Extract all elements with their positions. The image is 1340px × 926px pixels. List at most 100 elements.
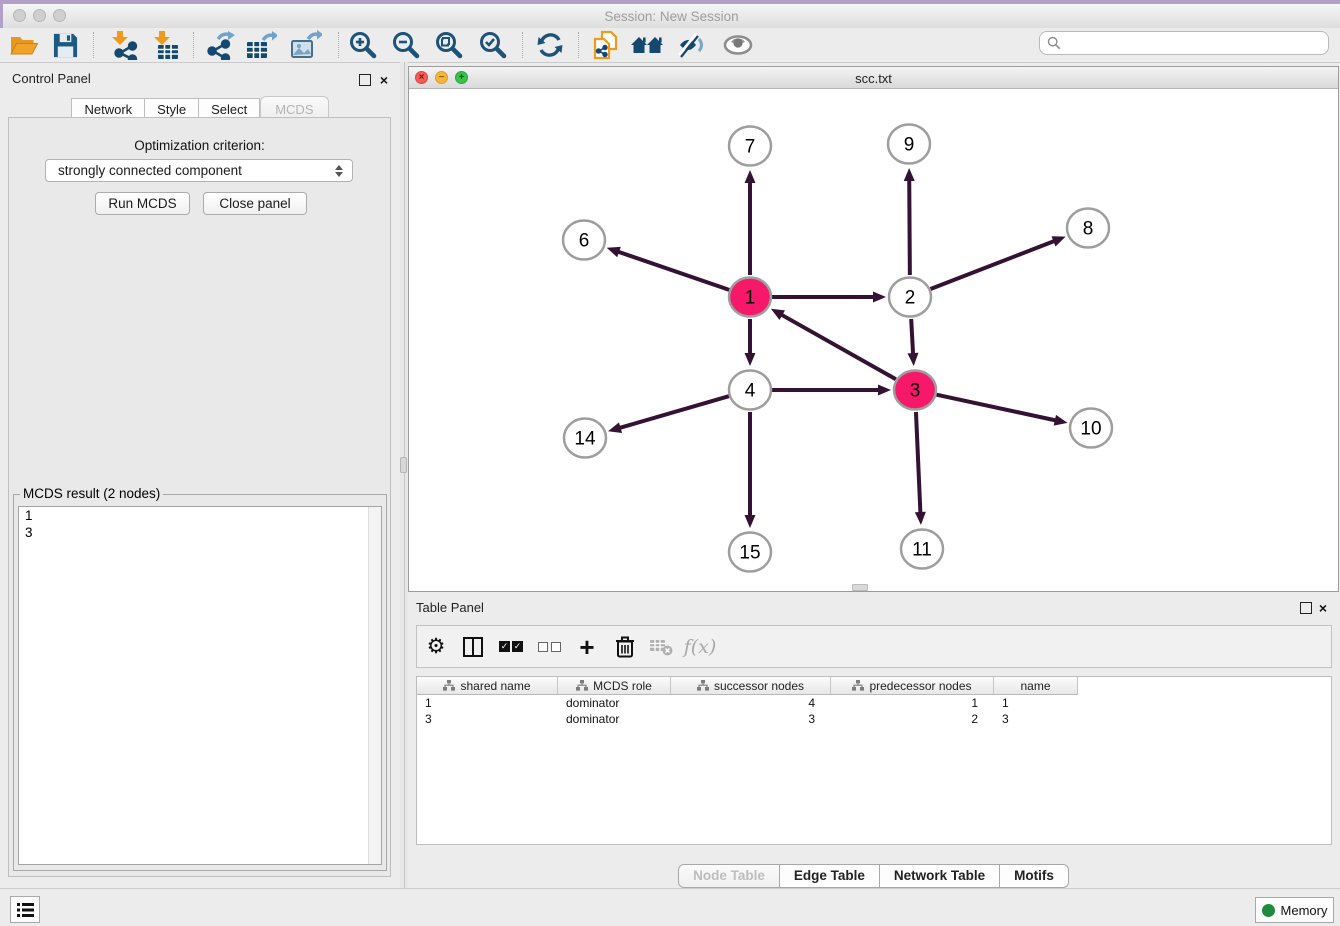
clone-network-icon[interactable] <box>587 29 623 61</box>
hide-selected-icon[interactable] <box>674 29 710 61</box>
search-icon <box>1047 36 1061 50</box>
graph-edge-arrow[interactable] <box>878 385 891 396</box>
graph-edge-arrow[interactable] <box>908 353 919 366</box>
column-header-name[interactable]: name <box>994 677 1078 695</box>
zoom-out-icon[interactable] <box>388 29 424 61</box>
tab-motifs[interactable]: Motifs <box>1000 864 1069 888</box>
refresh-icon[interactable] <box>532 29 568 61</box>
search-input[interactable] <box>1061 36 1328 51</box>
graph-edge-arrow[interactable] <box>1054 415 1068 426</box>
window-title: Session: New Session <box>3 9 1340 24</box>
close-table-panel-icon[interactable]: × <box>1317 602 1329 614</box>
graph-edge-3-1[interactable] <box>780 314 895 379</box>
zoom-in-icon[interactable] <box>345 29 381 61</box>
export-table-icon[interactable] <box>243 29 279 61</box>
scrollbar[interactable] <box>368 507 381 864</box>
first-neighbors-icon[interactable] <box>629 29 665 61</box>
divider-grip[interactable] <box>400 457 407 473</box>
add-column-icon[interactable]: + <box>570 626 604 667</box>
table-toolbar: ⚙ ✓✓ + <box>416 625 1332 668</box>
float-panel-icon[interactable] <box>359 74 371 86</box>
zoom-selected-icon[interactable] <box>475 29 511 61</box>
cell[interactable]: 3 <box>671 711 831 727</box>
graph-edge-1-6[interactable] <box>617 251 729 289</box>
select-all-icon[interactable]: ✓✓ <box>494 626 528 667</box>
task-history-button[interactable] <box>10 896 40 923</box>
network-title: scc.txt <box>409 71 1338 86</box>
cell[interactable]: 1 <box>417 695 558 711</box>
graph-edge-3-11[interactable] <box>916 412 920 514</box>
optimization-criterion-label: Optimization criterion: <box>9 138 390 153</box>
criterion-value: strongly connected component <box>46 163 333 178</box>
sort-icon <box>443 680 455 691</box>
tab-network-table[interactable]: Network Table <box>880 864 1000 888</box>
run-mcds-button[interactable]: Run MCDS <box>95 192 190 215</box>
cell[interactable]: 1 <box>831 695 994 711</box>
network-canvas[interactable]: 7968124314101511 <box>409 89 1338 591</box>
toolbar-separator <box>522 32 523 58</box>
delete-column-icon[interactable] <box>608 626 642 667</box>
graph-node-label: 3 <box>910 381 921 402</box>
export-network-icon[interactable] <box>202 29 238 61</box>
divider-grip[interactable] <box>852 584 868 591</box>
show-columns-icon[interactable] <box>456 626 490 667</box>
graph-edge-arrow[interactable] <box>745 515 756 528</box>
cell[interactable]: 2 <box>831 711 994 727</box>
show-all-icon[interactable] <box>720 29 756 61</box>
column-header-MCDS-role[interactable]: MCDS role <box>558 677 671 695</box>
table-row[interactable]: 3dominator323 <box>417 711 1331 727</box>
tab-node-table[interactable]: Node Table <box>678 864 780 888</box>
table-settings-icon[interactable]: ⚙ <box>419 626 453 667</box>
status-bar: Memory <box>0 888 1340 926</box>
column-header-successor-nodes[interactable]: successor nodes <box>671 677 831 695</box>
graph-edge-3-10[interactable] <box>937 395 1057 421</box>
cell[interactable]: dominator <box>558 711 671 727</box>
graph-edge-4-14[interactable] <box>619 396 729 428</box>
import-table-icon[interactable] <box>147 29 183 61</box>
criterion-dropdown[interactable]: strongly connected component <box>45 159 353 182</box>
sort-icon <box>576 680 588 691</box>
main-toolbar <box>0 28 1340 63</box>
column-label: MCDS role <box>593 679 652 693</box>
network-window-titlebar[interactable]: × − + scc.txt <box>409 67 1338 89</box>
graph-edge-arrow[interactable] <box>1052 236 1066 246</box>
graph-edge-arrow[interactable] <box>745 170 756 183</box>
export-image-icon[interactable] <box>288 29 324 61</box>
column-header-shared-name[interactable]: shared name <box>417 677 558 695</box>
graph-edge-arrow[interactable] <box>915 512 926 525</box>
table-row[interactable]: 1dominator411 <box>417 695 1331 711</box>
zoom-fit-icon[interactable] <box>431 29 467 61</box>
cell[interactable]: 4 <box>671 695 831 711</box>
graph-edge-arrow[interactable] <box>607 247 621 257</box>
memory-button[interactable]: Memory <box>1255 897 1334 923</box>
graph-edge-2-9[interactable] <box>909 179 910 275</box>
open-session-icon[interactable] <box>6 29 42 61</box>
cell[interactable]: 1 <box>994 695 1078 711</box>
graph-node-label: 14 <box>574 429 596 450</box>
tab-edge-table[interactable]: Edge Table <box>780 864 880 888</box>
cell[interactable]: 3 <box>417 711 558 727</box>
graph-edge-arrow[interactable] <box>745 353 756 366</box>
graph-edge-2-3[interactable] <box>911 319 913 355</box>
search-field[interactable] <box>1039 31 1329 55</box>
graph-edge-arrow[interactable] <box>873 292 886 303</box>
cell[interactable]: dominator <box>558 695 671 711</box>
cell[interactable]: 3 <box>994 711 1078 727</box>
column-header-predecessor-nodes[interactable]: predecessor nodes <box>831 677 994 695</box>
application-window: Session: New Session <box>0 0 1340 926</box>
graph-edge-arrow[interactable] <box>904 168 915 181</box>
import-network-icon[interactable] <box>105 29 141 61</box>
column-label: shared name <box>460 679 530 693</box>
delete-table-icon <box>645 626 679 667</box>
panel-divider[interactable] <box>400 62 408 888</box>
deselect-all-icon[interactable] <box>532 626 566 667</box>
close-panel-icon[interactable]: × <box>378 74 390 86</box>
float-table-panel-icon[interactable] <box>1300 602 1312 614</box>
graph-edge-arrow[interactable] <box>608 422 622 433</box>
close-panel-button[interactable]: Close panel <box>203 192 307 215</box>
save-session-icon[interactable] <box>47 29 83 61</box>
sort-icon <box>697 680 709 691</box>
mcds-result-textarea[interactable]: 13 <box>18 506 382 865</box>
graph-edge-2-8[interactable] <box>931 241 1056 289</box>
graph-node-label: 2 <box>905 288 916 309</box>
